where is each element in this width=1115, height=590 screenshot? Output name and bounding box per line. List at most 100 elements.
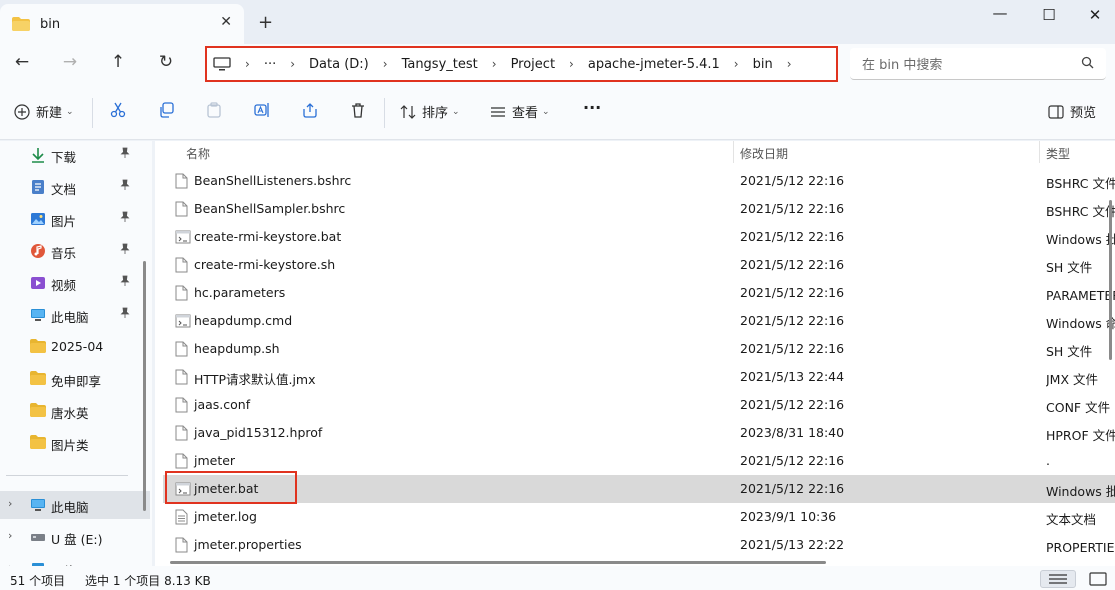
address-bar[interactable]: › ··· › Data (D:) › Tangsy_test › Projec…	[205, 46, 838, 82]
file-row[interactable]: heapdump.cmd 2021/5/12 22:16 Windows 命令脚本	[163, 307, 1115, 335]
breadcrumb-tangsy-test[interactable]: Tangsy_test	[402, 57, 478, 72]
file-modified: 2021/5/12 22:16	[740, 173, 845, 188]
file-row[interactable]: BeanShellSampler.bshrc 2021/5/12 22:16 BSH…	[163, 195, 1115, 223]
file-name: java_pid15312.hprof	[194, 425, 323, 440]
vertical-scrollbar[interactable]	[1109, 200, 1112, 360]
sidebar-item[interactable]: 文档	[0, 173, 150, 201]
file-row[interactable]: hc.parameters 2021/5/12 22:16 PARAMETERS 文…	[163, 279, 1115, 307]
file-row[interactable]: BeanShellListeners.bshrc 2021/5/12 22:16 B…	[163, 167, 1115, 195]
delete-button[interactable]	[350, 102, 366, 118]
tab-bin[interactable]: bin ✕	[0, 4, 244, 44]
share-icon	[303, 103, 317, 118]
forward-button[interactable]: →	[58, 52, 82, 76]
pin-icon	[120, 211, 130, 226]
preview-button[interactable]: 预览	[1048, 102, 1096, 121]
file-name: HTTP请求默认值.jmx	[194, 372, 316, 387]
file-row[interactable]: create-rmi-keystore.sh 2021/5/12 22:16 SH …	[163, 251, 1115, 279]
breadcrumb-bin[interactable]: bin	[753, 57, 773, 72]
breadcrumb-project[interactable]: Project	[511, 57, 555, 72]
command-bar: 新建 ⌄ 排序 ⌄ 查看 ⌄ ··· 预览	[0, 84, 1115, 140]
sidebar-item[interactable]: 图片	[0, 205, 150, 233]
sort-button[interactable]: 排序 ⌄	[400, 102, 460, 121]
pin-icon	[120, 307, 130, 322]
computer-icon[interactable]	[213, 57, 231, 71]
breadcrumb-separator[interactable]: ›	[787, 57, 792, 71]
sidebar-item[interactable]: 图片类	[0, 429, 150, 457]
breadcrumb-separator[interactable]: ›	[245, 57, 250, 71]
file-row[interactable]: jmeter.log 2023/9/1 10:36 文本文档	[163, 503, 1115, 531]
file-modified: 2021/5/12 22:16	[740, 453, 845, 468]
file-row[interactable]: HTTP请求默认值.jmx 2021/5/13 22:44 JMX 文件	[163, 363, 1115, 391]
file-row[interactable]: create-rmi-keystore.bat 2021/5/12 22:16 Wi…	[163, 223, 1115, 251]
cut-button[interactable]	[110, 102, 126, 118]
sidebar-item[interactable]: 2025-04	[0, 333, 150, 361]
share-button[interactable]	[302, 102, 318, 118]
file-modified: 2021/5/13 22:22	[740, 537, 845, 552]
column-header-name[interactable]: 名称	[186, 145, 210, 167]
file-row[interactable]: jmeter 2021/5/12 22:16.	[163, 447, 1115, 475]
file-type: Windows 批处理文件	[1046, 484, 1115, 499]
sidebar-item-label: 免申即享	[51, 374, 102, 389]
close-window-button[interactable]: ✕	[1072, 6, 1115, 24]
breadcrumb-apache-jmeter[interactable]: apache-jmeter-5.4.1	[588, 57, 720, 72]
breadcrumb-separator[interactable]: ›	[569, 57, 574, 71]
breadcrumb-separator[interactable]: ›	[290, 57, 295, 71]
column-header-modified[interactable]: 修改日期	[740, 145, 788, 167]
chevron-right-icon[interactable]: ›	[8, 497, 12, 510]
search-icon[interactable]	[1081, 56, 1094, 69]
selection-info: 选中 1 个项目 8.13 KB	[85, 574, 211, 588]
sidebar-item[interactable]: 唐水英	[0, 397, 150, 425]
file-type: 文本文档	[1046, 512, 1097, 527]
chevron-down-icon: ⌄	[66, 106, 74, 117]
new-tab-button[interactable]: +	[258, 12, 273, 33]
column-divider[interactable]	[733, 141, 734, 163]
chevron-right-icon[interactable]: ›	[8, 529, 12, 542]
breadcrumb-separator[interactable]: ›	[734, 57, 739, 71]
file-name: create-rmi-keystore.sh	[194, 257, 336, 272]
file-row[interactable]: heapdump.sh 2021/5/12 22:16 SH 文件	[163, 335, 1115, 363]
file-type: Windows 批处理文件	[1046, 232, 1115, 247]
more-options-button[interactable]: ···	[583, 98, 601, 117]
new-button[interactable]: 新建 ⌄	[14, 102, 74, 121]
refresh-button[interactable]: ↻	[154, 52, 178, 76]
breadcrumb-separator[interactable]: ›	[492, 57, 497, 71]
file-type: HPROF 文件	[1046, 428, 1115, 443]
minimize-button[interactable]: —	[977, 4, 1023, 22]
column-header-type[interactable]: 类型	[1046, 145, 1070, 167]
sidebar-item-label: 图片	[51, 214, 77, 229]
back-button[interactable]: ←	[10, 52, 34, 76]
column-divider[interactable]	[1039, 141, 1040, 163]
rename-button[interactable]	[254, 102, 270, 118]
horizontal-scrollbar[interactable]	[170, 561, 826, 564]
details-view-button[interactable]	[1040, 570, 1076, 588]
view-button[interactable]: 查看 ⌄	[490, 102, 550, 121]
copy-button[interactable]	[158, 102, 174, 118]
file-row[interactable]: jmeter.bat2021/5/12 22:16Windows 批处理文件	[163, 475, 1115, 503]
tree-item[interactable]: › 此电脑	[0, 491, 150, 519]
search-input[interactable]: 在 bin 中搜索	[850, 48, 1106, 80]
breadcrumb-more[interactable]: ···	[264, 57, 276, 72]
tree-item-label: U 盘 (E:)	[51, 532, 103, 547]
up-button[interactable]: ↑	[106, 52, 130, 76]
sidebar-item-label: 下载	[51, 150, 77, 165]
file-modified: 2021/5/12 22:16	[740, 313, 845, 328]
navigation-bar: ← → ↑ ↻ › ··· › Data (D:) › Tangsy_test …	[0, 44, 1115, 84]
file-row[interactable]: java_pid15312.hprof 2023/8/31 18:40 HPROF …	[163, 419, 1115, 447]
paste-button[interactable]	[206, 102, 222, 118]
breadcrumb-data-drive[interactable]: Data (D:)	[309, 57, 369, 72]
tiles-view-button[interactable]	[1080, 570, 1115, 588]
breadcrumb-separator[interactable]: ›	[383, 57, 388, 71]
sidebar-item[interactable]: 音乐	[0, 237, 150, 265]
paste-icon	[207, 102, 221, 118]
sidebar-item[interactable]: 免申即享	[0, 365, 150, 393]
maximize-button[interactable]: ☐	[1026, 6, 1072, 24]
tab-close-icon[interactable]: ✕	[220, 14, 232, 30]
sidebar-item[interactable]: 此电脑	[0, 301, 150, 329]
file-row[interactable]: jaas.conf 2021/5/12 22:16 CONF 文件	[163, 391, 1115, 419]
file-name: jmeter	[194, 453, 236, 468]
file-row[interactable]: jmeter.properties 2021/5/13 22:22 PROPERTI…	[163, 531, 1115, 559]
sidebar-item[interactable]: 视频	[0, 269, 150, 297]
sidebar-scrollbar[interactable]	[143, 261, 146, 511]
tree-item[interactable]: › U 盘 (E:)	[0, 523, 150, 551]
sidebar-item[interactable]: 下载	[0, 141, 150, 169]
